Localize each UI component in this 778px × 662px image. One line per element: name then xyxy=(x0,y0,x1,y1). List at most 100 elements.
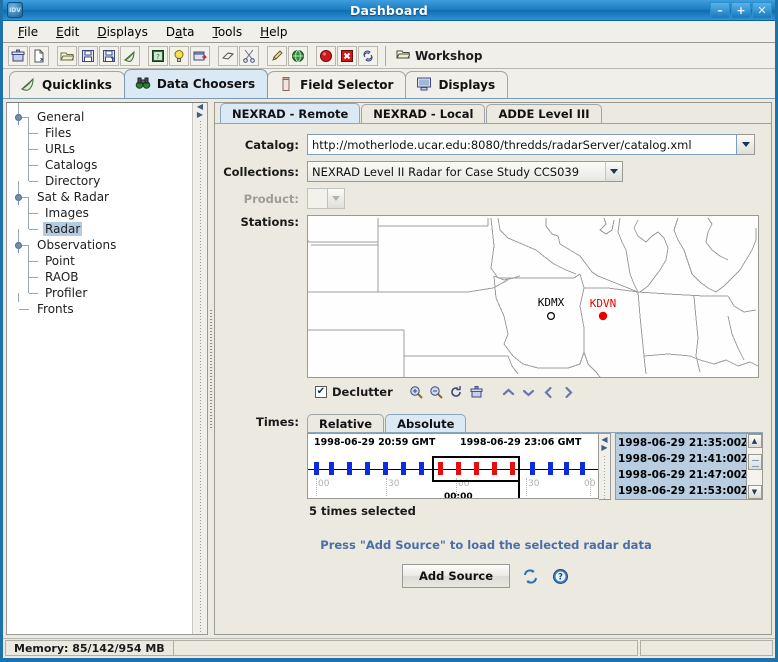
tab-absolute-times[interactable]: Absolute xyxy=(385,414,466,432)
tree-node-point[interactable]: Point xyxy=(13,253,192,269)
tree-node-profiler[interactable]: Profiler xyxy=(13,285,192,301)
tab-field-selector[interactable]: Field Selector xyxy=(267,71,406,98)
pan-up-icon[interactable] xyxy=(499,383,519,401)
new-bundle-icon[interactable] xyxy=(8,46,28,66)
close-button[interactable]: ✕ xyxy=(752,2,772,19)
tab-data-choosers[interactable]: Data Choosers xyxy=(124,69,268,98)
tree-expander[interactable] xyxy=(13,189,35,205)
tree-expander[interactable] xyxy=(13,237,35,253)
collections-value[interactable]: NEXRAD Level II Radar for Case Study CCS… xyxy=(307,161,605,182)
tree-node-sat-radar[interactable]: Sat & Radar xyxy=(13,189,192,205)
times-widgets: 1998-06-29 20:59 GMT 1998-06-29 23:06 GM… xyxy=(307,432,763,500)
stop-icon[interactable] xyxy=(337,46,357,66)
edit-pen-icon[interactable] xyxy=(267,46,287,66)
properties-icon[interactable]: ? xyxy=(148,46,168,66)
timeline-selection-box[interactable] xyxy=(432,456,520,482)
tree-node-catalogs[interactable]: Catalogs xyxy=(13,157,192,173)
home-icon[interactable] xyxy=(467,383,487,401)
catalog-value[interactable]: http://motherlode.ucar.edu:8080/thredds/… xyxy=(307,134,737,155)
menu-data[interactable]: Data xyxy=(157,23,204,41)
tree-node-label: Directory xyxy=(43,174,102,188)
open-file-icon[interactable] xyxy=(29,46,49,66)
chooser-tree-pane: General Files URLs Catalogs Directory xyxy=(6,102,208,635)
open-folder-icon[interactable] xyxy=(57,46,77,66)
pan-right-icon[interactable] xyxy=(559,383,579,401)
timeline-scrollbar[interactable]: ◀ ▶ xyxy=(599,433,611,500)
tab-nexrad-local[interactable]: NEXRAD - Local xyxy=(361,104,485,123)
pan-down-icon[interactable] xyxy=(519,383,539,401)
save-as-icon[interactable] xyxy=(99,46,119,66)
scroll-thumb[interactable] xyxy=(748,454,762,470)
station-marker-kdvn: KDVN xyxy=(590,297,617,320)
help-icon[interactable]: ? xyxy=(550,566,570,586)
menu-bar: File Edit Displays Data Tools Help xyxy=(3,21,775,43)
add-source-button[interactable]: Add Source xyxy=(402,564,510,588)
chain-icon[interactable] xyxy=(358,46,378,66)
tab-nexrad-remote[interactable]: NEXRAD - Remote xyxy=(220,103,360,123)
pan-left-icon[interactable] xyxy=(539,383,559,401)
tree-node-general[interactable]: General xyxy=(13,109,192,125)
maximize-button[interactable]: + xyxy=(731,2,751,19)
list-item[interactable]: 1998-06-29 21:41:00Z xyxy=(618,451,746,467)
tab-label: Quicklinks xyxy=(42,78,112,92)
zoom-in-icon[interactable] xyxy=(407,383,427,401)
scissors-icon[interactable] xyxy=(239,46,259,66)
menu-tools[interactable]: Tools xyxy=(204,23,252,41)
chevron-down-icon xyxy=(332,196,340,201)
tree-node-label: Fronts xyxy=(35,302,76,316)
tree-node-urls[interactable]: URLs xyxy=(13,141,192,157)
scroll-track[interactable] xyxy=(193,121,207,634)
collections-combo[interactable]: NEXRAD Level II Radar for Case Study CCS… xyxy=(307,161,623,182)
tab-adde-level-iii[interactable]: ADDE Level III xyxy=(486,104,601,123)
eraser-icon[interactable] xyxy=(218,46,238,66)
tab-relative-times[interactable]: Relative xyxy=(307,414,384,432)
list-item[interactable]: 1998-06-29 21:47:00Z xyxy=(618,467,746,483)
tree-expander[interactable] xyxy=(13,109,35,125)
menu-displays[interactable]: Displays xyxy=(88,23,157,41)
station-map[interactable]: KDMX KDVN xyxy=(307,215,759,378)
window-buttons: – + ✕ xyxy=(710,2,775,19)
catalog-dropdown-button[interactable] xyxy=(737,134,755,155)
tree-node-directory[interactable]: Directory xyxy=(13,173,192,189)
tree-node-images[interactable]: Images xyxy=(13,205,192,221)
list-item[interactable]: 1998-06-29 21:35:00Z xyxy=(618,435,746,451)
collections-dropdown-button[interactable] xyxy=(605,161,623,182)
menu-edit[interactable]: Edit xyxy=(47,23,88,41)
list-item[interactable]: 1998-06-29 21:53:00Z xyxy=(618,483,746,499)
menu-file[interactable]: File xyxy=(9,23,47,41)
timeline-tick-label: 00 xyxy=(584,479,595,489)
scroll-right-arrow[interactable]: ▶ xyxy=(197,111,203,119)
reset-zoom-icon[interactable] xyxy=(447,383,467,401)
timeline-widget[interactable]: 1998-06-29 20:59 GMT 1998-06-29 23:06 GM… xyxy=(307,433,599,499)
menu-help[interactable]: Help xyxy=(251,23,296,41)
times-list-scrollbar[interactable]: ▲ ▼ xyxy=(747,433,763,500)
tab-quicklinks[interactable]: Quicklinks xyxy=(9,71,125,98)
window-icon[interactable] xyxy=(190,46,210,66)
minimize-button[interactable]: – xyxy=(710,2,730,19)
scroll-up-arrow[interactable]: ▲ xyxy=(748,434,762,448)
tree-scrollbar[interactable]: ◀ ▶ xyxy=(192,103,207,634)
tree-node-raob[interactable]: RAOB xyxy=(13,269,192,285)
save-icon[interactable] xyxy=(78,46,98,66)
globe-icon[interactable] xyxy=(288,46,308,66)
refresh-icon[interactable] xyxy=(520,566,540,586)
scroll-down-arrow[interactable]: ▼ xyxy=(748,485,762,499)
tree-node-fronts[interactable]: Fronts xyxy=(13,301,192,317)
tree-node-label: Catalogs xyxy=(43,158,99,172)
quicklinks-icon[interactable] xyxy=(120,46,140,66)
scroll-track[interactable] xyxy=(748,448,762,485)
timeline-scroll-track[interactable] xyxy=(604,456,605,499)
record-icon[interactable] xyxy=(316,46,336,66)
zoom-out-icon[interactable] xyxy=(427,383,447,401)
lightbulb-icon[interactable] xyxy=(169,46,189,66)
tab-displays[interactable]: Displays xyxy=(405,71,508,98)
times-list[interactable]: 1998-06-29 21:35:00Z 1998-06-29 21:41:00… xyxy=(615,433,747,500)
workshop-button[interactable]: Workshop xyxy=(392,46,486,65)
tree-node-observations[interactable]: Observations xyxy=(13,237,192,253)
tree-node-files[interactable]: Files xyxy=(13,125,192,141)
catalog-combo[interactable]: http://motherlode.ucar.edu:8080/thredds/… xyxy=(307,134,755,155)
timeline-scroll-right-arrow[interactable]: ▶ xyxy=(601,444,607,452)
tree-node-radar[interactable]: Radar xyxy=(13,221,192,237)
workshop-label: Workshop xyxy=(415,49,482,63)
declutter-checkbox[interactable]: ✔ xyxy=(315,386,327,398)
